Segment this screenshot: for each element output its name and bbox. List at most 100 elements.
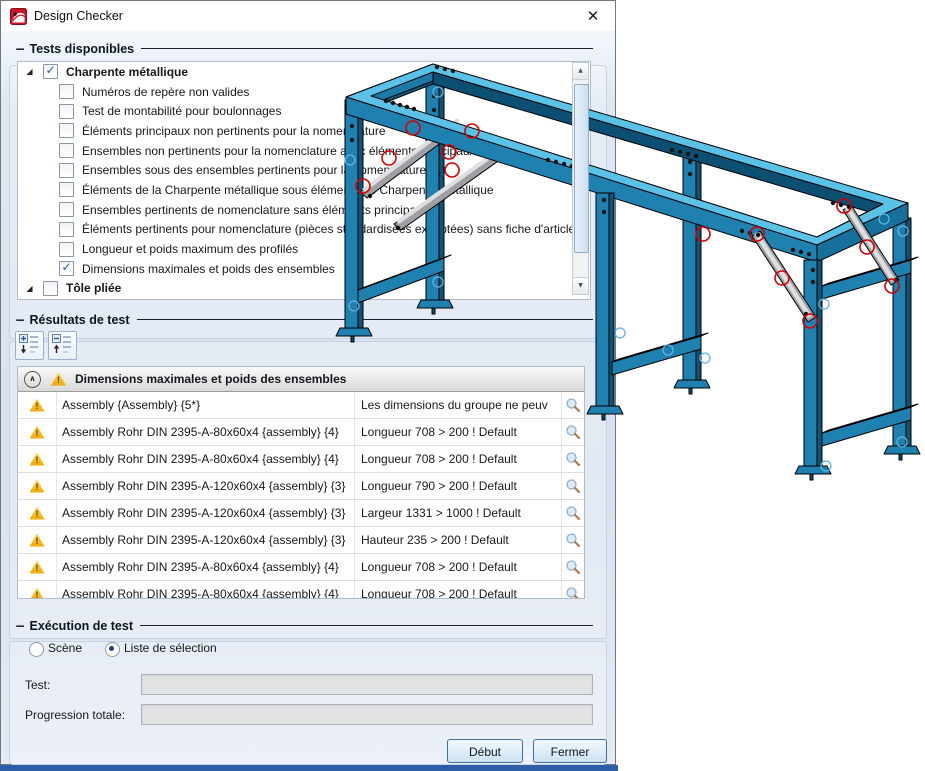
checkbox[interactable] <box>59 182 74 197</box>
result-message: Hauteur 235 > 200 ! Default <box>355 527 562 553</box>
tree-item[interactable]: Ensembles non pertinents pour la nomencl… <box>18 141 590 161</box>
app-logo-icon <box>10 8 27 25</box>
taskbar-edge <box>0 765 618 771</box>
tree-item[interactable]: Test de montabilité pour boulonnages <box>18 101 590 121</box>
magnifier-icon[interactable] <box>565 586 581 599</box>
tree-item-tole-pliee[interactable]: ◢ Tôle pliée <box>18 279 590 299</box>
result-message: Longueur 790 > 200 ! Default <box>355 473 562 499</box>
collapse-dash-icon[interactable]: − <box>15 312 25 327</box>
magnifier-icon[interactable] <box>565 505 581 521</box>
collapse-dash-icon[interactable]: − <box>15 41 25 56</box>
tree-item-label: Éléments de la Charpente métallique sous… <box>82 183 494 197</box>
tree-item-dimensions-maximales[interactable]: ✓ Dimensions maximales et poids des ense… <box>18 259 590 279</box>
checkbox-checked[interactable]: ✓ <box>43 64 58 79</box>
result-row[interactable]: ! Assembly Rohr DIN 2395-A-80x60x4 {asse… <box>18 419 584 446</box>
result-item-name: Assembly Rohr DIN 2395-A-120x60x4 {assem… <box>57 500 355 526</box>
radio-selected-dot <box>109 646 114 651</box>
tree-item-charpente-metallique[interactable]: ◢ ✓ Charpente métallique <box>18 62 590 82</box>
checkbox[interactable] <box>59 242 74 257</box>
result-row[interactable]: ! Assembly {Assembly} {5*} Les dimension… <box>18 392 584 419</box>
tree-scrollbar[interactable]: ▲ ▼ <box>572 62 589 295</box>
expander-icon[interactable]: ◢ <box>23 67 36 76</box>
tree-item[interactable]: Éléments de la Charpente métallique sous… <box>18 180 590 200</box>
tree-item-label: Ensembles pertinents de nomenclature san… <box>82 203 429 217</box>
tree-item-label: Charpente métallique <box>66 65 188 79</box>
collapse-all-icon <box>49 332 74 357</box>
expand-all-button[interactable] <box>15 331 44 360</box>
cross-bar-right-upper[interactable] <box>822 257 918 299</box>
title-bar[interactable]: Design Checker ✕ <box>1 1 615 31</box>
checkbox[interactable] <box>59 202 74 217</box>
total-progress-label: Progression totale: <box>25 708 125 722</box>
frame-leg-back-right[interactable] <box>884 218 920 460</box>
results-group-title: Dimensions maximales et poids des ensemb… <box>75 372 346 386</box>
close-button[interactable]: Fermer <box>533 739 607 763</box>
warning-icon: ! <box>30 588 45 600</box>
tree-item-label: Tôle pliée <box>66 281 121 295</box>
radio-selection-list[interactable] <box>105 642 120 657</box>
checkbox[interactable] <box>59 84 74 99</box>
execution-caption: − Exécution de test <box>15 618 593 633</box>
start-button[interactable]: Début <box>447 739 523 763</box>
tree-item-label: Ensembles sous des ensembles pertinents … <box>82 163 426 177</box>
window-title: Design Checker <box>34 9 123 23</box>
result-row[interactable]: ! Assembly Rohr DIN 2395-A-120x60x4 {ass… <box>18 473 584 500</box>
tree-item-label: Longueur et poids maximum des profilés <box>82 242 298 256</box>
close-icon[interactable]: ✕ <box>583 6 603 26</box>
frame-leg-back-middle[interactable] <box>674 155 710 394</box>
result-message: Longueur 708 > 200 ! Default <box>355 446 562 472</box>
checkbox[interactable] <box>59 123 74 138</box>
radio-scene-label[interactable]: Scène <box>48 641 82 655</box>
magnifier-icon[interactable] <box>565 478 581 494</box>
magnifier-icon[interactable] <box>565 397 581 413</box>
checkbox[interactable] <box>59 222 74 237</box>
collapse-group-icon[interactable]: ∧ <box>24 371 41 388</box>
results-caption: − Résultats de test <box>15 312 593 327</box>
tree-item[interactable]: Numéros de repère non valides <box>18 82 590 102</box>
result-row[interactable]: ! Assembly Rohr DIN 2395-A-120x60x4 {ass… <box>18 527 584 554</box>
diagonal-brace-right[interactable] <box>752 205 899 322</box>
result-row[interactable]: ! Assembly Rohr DIN 2395-A-80x60x4 {asse… <box>18 581 584 599</box>
checkbox[interactable] <box>43 281 58 296</box>
group-caption-line <box>141 48 593 49</box>
frame-leg-front-right[interactable] <box>795 260 831 480</box>
expander-icon[interactable]: ◢ <box>23 284 36 293</box>
tree-item[interactable]: Éléments pertinents pour nomenclature (p… <box>18 220 590 240</box>
result-message: Les dimensions du groupe ne peuv <box>355 392 562 418</box>
radio-selection-label[interactable]: Liste de sélection <box>124 641 217 655</box>
result-message: Largeur 1331 > 1000 ! Default <box>355 500 562 526</box>
result-item-name: Assembly Rohr DIN 2395-A-80x60x4 {assemb… <box>57 419 355 445</box>
magnifier-icon[interactable] <box>565 424 581 440</box>
tree-item-label: Numéros de repère non valides <box>82 85 249 99</box>
collapse-dash-icon[interactable]: − <box>15 618 25 633</box>
tests-caption: − Tests disponibles <box>15 41 593 56</box>
result-item-name: Assembly Rohr DIN 2395-A-80x60x4 {assemb… <box>57 446 355 472</box>
magnifier-icon[interactable] <box>565 559 581 575</box>
tree-item-label: Éléments pertinents pour nomenclature (p… <box>82 222 575 236</box>
result-row[interactable]: ! Assembly Rohr DIN 2395-A-80x60x4 {asse… <box>18 554 584 581</box>
result-row[interactable]: ! Assembly Rohr DIN 2395-A-80x60x4 {asse… <box>18 446 584 473</box>
result-row[interactable]: ! Assembly Rohr DIN 2395-A-120x60x4 {ass… <box>18 500 584 527</box>
checkbox[interactable] <box>59 143 74 158</box>
radio-scene[interactable] <box>29 642 44 657</box>
tree-item[interactable]: Éléments principaux non pertinents pour … <box>18 121 590 141</box>
tree-item[interactable]: Ensembles pertinents de nomenclature san… <box>18 200 590 220</box>
tests-tree[interactable]: ◢ ✓ Charpente métallique Numéros de repè… <box>17 61 591 300</box>
cross-bar-middle[interactable] <box>612 333 708 375</box>
scroll-down-icon[interactable]: ▼ <box>573 277 588 294</box>
checkbox[interactable] <box>59 163 74 178</box>
magnifier-icon[interactable] <box>565 532 581 548</box>
checkbox[interactable] <box>59 104 74 119</box>
magnifier-icon[interactable] <box>565 451 581 467</box>
results-group-header[interactable]: ∧ ! Dimensions maximales et poids des en… <box>18 367 584 392</box>
scroll-up-icon[interactable]: ▲ <box>573 63 588 80</box>
tree-item-label: Éléments principaux non pertinents pour … <box>82 124 386 138</box>
scrollbar-thumb[interactable] <box>574 84 589 253</box>
tree-item[interactable]: Longueur et poids maximum des profilés <box>18 239 590 259</box>
collapse-all-button[interactable] <box>48 331 77 360</box>
cross-bar-right-lower[interactable] <box>822 404 918 446</box>
tree-item[interactable]: Ensembles sous des ensembles pertinents … <box>18 160 590 180</box>
test-progress-label: Test: <box>25 678 50 692</box>
result-item-name: Assembly {Assembly} {5*} <box>57 392 355 418</box>
checkbox-checked[interactable]: ✓ <box>59 261 74 276</box>
